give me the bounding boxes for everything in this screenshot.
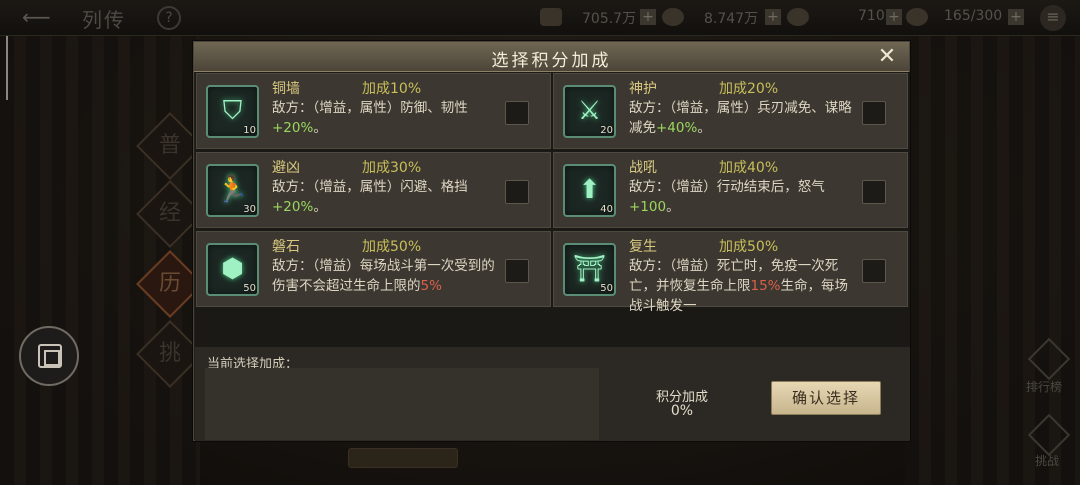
- bonus-checkbox[interactable]: [862, 101, 886, 125]
- menu-icon[interactable]: ≡: [1040, 5, 1066, 31]
- bonus-checkbox[interactable]: [505, 259, 529, 283]
- bonus-cost: 20: [600, 125, 613, 136]
- bonus-name: 磐石: [272, 239, 300, 255]
- help-button[interactable]: ?: [157, 6, 181, 30]
- bonus-description: 敌方：（增益，属性）闪避、格挡+20%。: [272, 179, 468, 215]
- close-button[interactable]: ✕: [872, 43, 902, 71]
- dialog-title: 选择积分加成: [491, 51, 612, 71]
- jade-amount: 8.747万: [704, 11, 759, 27]
- bonus-icon-frame: ⬢ 50: [206, 243, 259, 296]
- bonus-cost: 50: [600, 283, 613, 294]
- add-gold-button[interactable]: +: [886, 9, 902, 25]
- copper-amount: 705.7万: [582, 11, 637, 27]
- bonus-icon-frame: ⚔ 20: [563, 85, 616, 138]
- back-arrow-icon[interactable]: ⟵: [22, 7, 66, 27]
- add-jade-button[interactable]: +: [765, 9, 781, 25]
- curtain-right: [905, 0, 1080, 485]
- bonus-icon-frame: ⛩ 50: [563, 243, 616, 296]
- stamina-amount: 165/300: [944, 8, 1003, 24]
- bonus-grid[interactable]: ⛉ 10 铜墙 加成10% 敌方：（增益，属性）防御、韧性+20%。 ⚔ 20 …: [195, 72, 910, 347]
- bonus-description: 敌方：（增益，属性）兵刃减免、谋略减免+40%。: [629, 100, 852, 136]
- bonus-description: 敌方：（增益）每场战斗第一次受到的伤害不会超过生命上限的5%: [272, 258, 495, 294]
- dialog-header: 选择积分加成 ✕: [194, 42, 909, 72]
- bonus-description: 敌方：（增益）死亡时，免疫一次死亡，并恢复生命上限15%生命，每场战斗触发一: [629, 258, 849, 314]
- cloud-icon: [906, 8, 928, 26]
- bonus-card[interactable]: ⚔ 20 神护 加成20% 敌方：（增益，属性）兵刃减免、谋略减免+40%。: [553, 73, 908, 149]
- bonus-checkbox[interactable]: [505, 180, 529, 204]
- bonus-percent: 加成40%: [719, 160, 779, 176]
- bonus-icon-frame: ⬆ 40: [563, 164, 616, 217]
- challenge-label[interactable]: 挑战: [1035, 452, 1059, 469]
- bonus-name: 铜墙: [272, 81, 300, 97]
- bonus-checkbox[interactable]: [862, 180, 886, 204]
- bonus-percent: 加成30%: [362, 160, 422, 176]
- bonus-cost: 40: [600, 204, 613, 215]
- bonus-description: 敌方：（增益，属性）防御、韧性+20%。: [272, 100, 468, 136]
- bonus-checkbox[interactable]: [862, 259, 886, 283]
- bonus-icon-frame: 🏃 30: [206, 164, 259, 217]
- copper-coin-icon: [540, 8, 562, 26]
- gold-amount: 710: [858, 8, 885, 24]
- confirm-selection-button[interactable]: 确认选择: [771, 381, 881, 415]
- bonus-card[interactable]: ⛩ 50 复生 加成50% 敌方：（增益）死亡时，免疫一次死亡，并恢复生命上限1…: [553, 231, 908, 314]
- top-bar: ⟵ 列传 ? 705.7万 + 8.747万 + 710 + 165/300 +…: [0, 0, 1080, 36]
- bottom-banner: [348, 448, 458, 468]
- add-copper-button[interactable]: +: [640, 9, 656, 25]
- bonus-card[interactable]: ⛉ 10 铜墙 加成10% 敌方：（增益，属性）防御、韧性+20%。: [196, 73, 551, 149]
- bonus-checkbox[interactable]: [505, 101, 529, 125]
- bonus-name: 战吼: [629, 160, 657, 176]
- bonus-cost: 10: [243, 125, 256, 136]
- points-bonus-value: 0%: [670, 403, 694, 419]
- bonus-card[interactable]: 🏃 30 避凶 加成30% 敌方：（增益，属性）闪避、格挡+20%。: [196, 152, 551, 228]
- bonus-percent: 加成10%: [362, 81, 422, 97]
- bonus-card[interactable]: ⬢ 50 磐石 加成50% 敌方：（增益）每场战斗第一次受到的伤害不会超过生命上…: [196, 231, 551, 307]
- leaderboard-label[interactable]: 排行榜: [1026, 378, 1062, 395]
- cube-menu-button[interactable]: [19, 326, 79, 386]
- cube-icon: [38, 344, 62, 368]
- bonus-icon-frame: ⛉ 10: [206, 85, 259, 138]
- add-stamina-button[interactable]: +: [1008, 9, 1024, 25]
- bonus-cost: 30: [243, 204, 256, 215]
- bonus-name: 神护: [629, 81, 657, 97]
- bonus-description: 敌方：（增益）行动结束后，怒气+100。: [629, 179, 825, 215]
- bonus-percent: 加成50%: [362, 239, 422, 255]
- current-selection-box: [205, 368, 599, 440]
- bonus-cost: 50: [243, 283, 256, 294]
- jade-icon: [787, 8, 809, 26]
- bonus-name: 复生: [629, 239, 657, 255]
- dialog-footer: 当前选择加成： 积分加成 0% 确认选择: [195, 347, 910, 441]
- page-title: 列传: [82, 8, 126, 32]
- bonus-select-dialog: 选择积分加成 ✕ ⛉ 10 铜墙 加成10% 敌方：（增益，属性）防御、韧性+2…: [193, 41, 910, 441]
- bonus-card[interactable]: ⬆ 40 战吼 加成40% 敌方：（增益）行动结束后，怒气+100。: [553, 152, 908, 228]
- bonus-percent: 加成20%: [719, 81, 779, 97]
- bonus-percent: 加成50%: [719, 239, 779, 255]
- bonus-name: 避凶: [272, 160, 300, 176]
- grain-icon: [662, 8, 684, 26]
